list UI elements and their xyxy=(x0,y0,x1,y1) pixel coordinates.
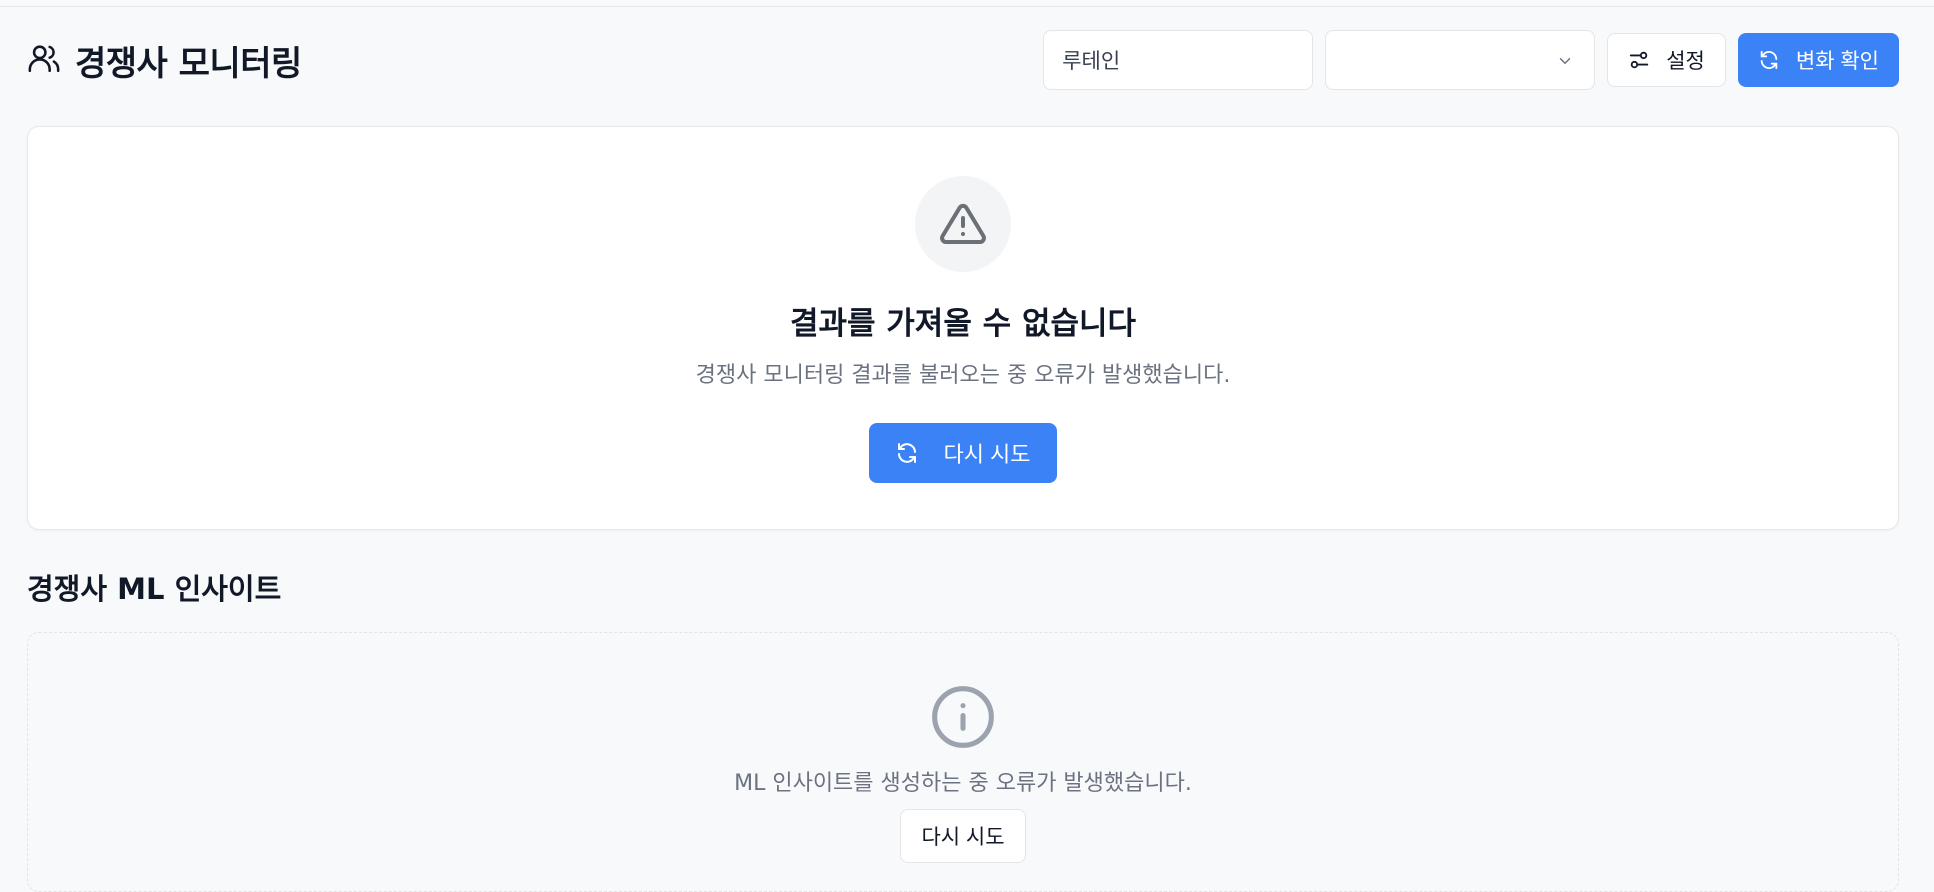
title-group: 경쟁사 모니터링 xyxy=(27,36,302,85)
error-description: 경쟁사 모니터링 결과를 불러오는 중 오류가 발생했습니다. xyxy=(695,363,1231,388)
top-divider xyxy=(0,6,1934,7)
refresh-icon xyxy=(898,443,917,463)
ml-error-description: ML 인사이트를 생성하는 중 오류가 발생했습니다. xyxy=(734,771,1192,796)
header-controls: 설정 변화 확인 xyxy=(1043,30,1899,90)
warning-badge xyxy=(915,176,1011,272)
ml-retry-button[interactable]: 다시 시도 xyxy=(900,809,1026,863)
error-card: 결과를 가져올 수 없습니다 경쟁사 모니터링 결과를 불러오는 중 오류가 발… xyxy=(27,126,1899,530)
users-icon xyxy=(27,41,61,79)
ml-insight-card: ML 인사이트를 생성하는 중 오류가 발생했습니다. 다시 시도 xyxy=(27,632,1899,892)
retry-button[interactable]: 다시 시도 xyxy=(869,423,1057,483)
alert-triangle-icon xyxy=(940,203,986,244)
filter-select[interactable] xyxy=(1325,30,1596,90)
settings-label: 설정 xyxy=(1666,50,1705,73)
check-changes-button[interactable]: 변화 확인 xyxy=(1737,33,1899,87)
page-title: 경쟁사 모니터링 xyxy=(75,43,302,84)
chevron-down-icon xyxy=(1559,58,1571,64)
brand-input[interactable] xyxy=(1043,30,1314,90)
error-title: 결과를 가져올 수 없습니다 xyxy=(789,306,1137,342)
check-changes-label: 변화 확인 xyxy=(1795,50,1879,73)
settings-button[interactable]: 설정 xyxy=(1607,33,1726,87)
refresh-icon xyxy=(1760,50,1778,70)
info-icon xyxy=(932,686,994,748)
ml-section-title: 경쟁사 ML 인사이트 xyxy=(27,572,282,606)
sliders-icon xyxy=(1630,51,1649,69)
page-header: 경쟁사 모니터링 설정 변화 확인 xyxy=(27,30,1899,90)
retry-label: 다시 시도 xyxy=(943,442,1031,467)
